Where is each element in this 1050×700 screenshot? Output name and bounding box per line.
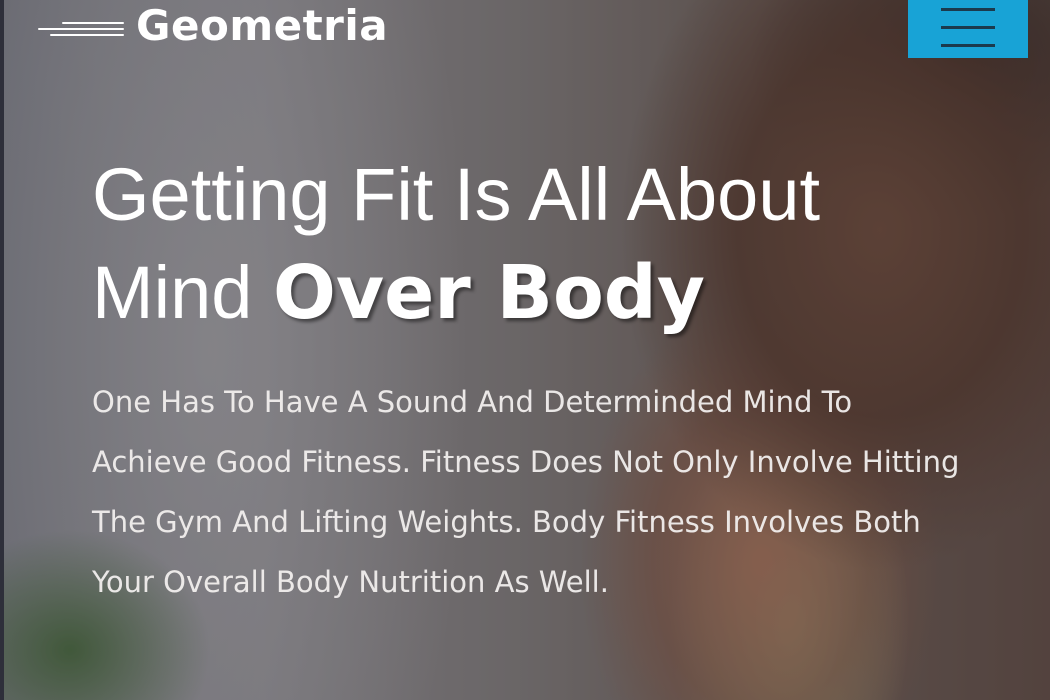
hero-heading-line2: Mind Over Body bbox=[92, 244, 992, 342]
brand-logo[interactable]: Geometria bbox=[38, 2, 388, 50]
hamburger-menu-icon bbox=[941, 8, 995, 11]
menu-button[interactable] bbox=[908, 0, 1028, 58]
hero-heading-emphasis: Over Body bbox=[272, 250, 706, 336]
hero-description: One Has To Have A Sound And Determinded … bbox=[92, 385, 960, 599]
hero-heading-regular: Mind bbox=[92, 251, 253, 334]
brand-name: Geometria bbox=[136, 1, 389, 50]
hero-heading-line1: Getting Fit Is All About bbox=[92, 153, 821, 236]
hero-heading: Getting Fit Is All About Mind Over Body bbox=[92, 146, 992, 342]
page-edge bbox=[0, 0, 4, 700]
hero-section: Geometria Getting Fit Is All About Mind … bbox=[0, 0, 1050, 700]
stripes-logo-icon bbox=[38, 11, 124, 41]
